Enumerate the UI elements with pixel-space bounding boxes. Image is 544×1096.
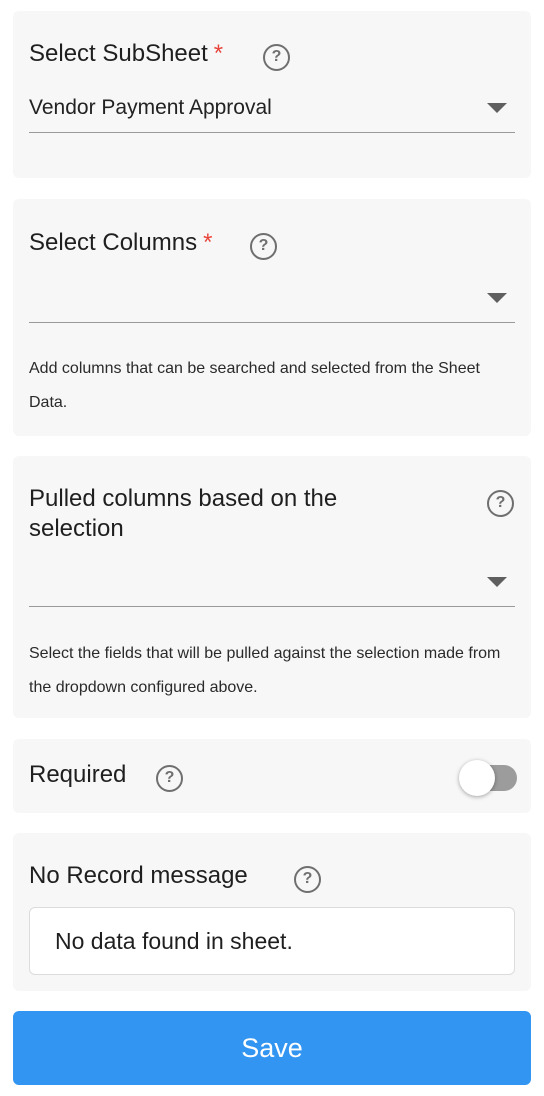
caret-down-icon [487,577,507,587]
subsheet-select-value: Vendor Payment Approval [29,96,272,119]
subsheet-select[interactable]: Vendor Payment Approval [29,93,515,133]
help-icon[interactable]: ? [487,490,514,517]
required-toggle[interactable] [459,760,521,796]
required-asterisk: * [213,40,224,67]
pulled-card: Pulled columns based on the selection ? … [13,456,531,718]
no-record-label: No Record message [29,862,248,889]
pulled-select[interactable] [29,567,515,607]
columns-hint: Add columns that can be searched and sel… [29,360,480,411]
help-icon[interactable]: ? [263,44,290,71]
caret-down-icon [487,293,507,303]
columns-card: Select Columns * ? Add columns that can b… [13,199,531,436]
columns-label: Select Columns * [29,228,212,258]
columns-select[interactable] [29,283,515,323]
help-icon[interactable]: ? [156,765,183,792]
required-label: Required [29,761,127,788]
help-icon[interactable]: ? [294,866,321,893]
save-button[interactable]: Save [13,1011,531,1085]
help-icon[interactable]: ? [250,233,277,260]
required-asterisk: * [203,229,213,256]
pulled-label-line2: selection [29,515,124,542]
no-record-card: No Record message ? No data found in she… [13,833,531,991]
subsheet-card: Select SubSheet * ? Vendor Payment Approv… [13,11,531,178]
required-card: Required ? [13,739,531,813]
subsheet-label-text: Select SubSheet [29,40,208,67]
pulled-label-line1: Pulled columns based on the [29,485,338,512]
caret-down-icon [487,103,507,113]
subsheet-label: Select SubSheet * [29,39,223,69]
toggle-knob [459,760,495,796]
no-record-message-input[interactable]: No data found in sheet. [29,907,515,975]
columns-label-text: Select Columns [29,229,198,256]
pulled-hint: Select the fields that will be pulled ag… [29,645,501,696]
